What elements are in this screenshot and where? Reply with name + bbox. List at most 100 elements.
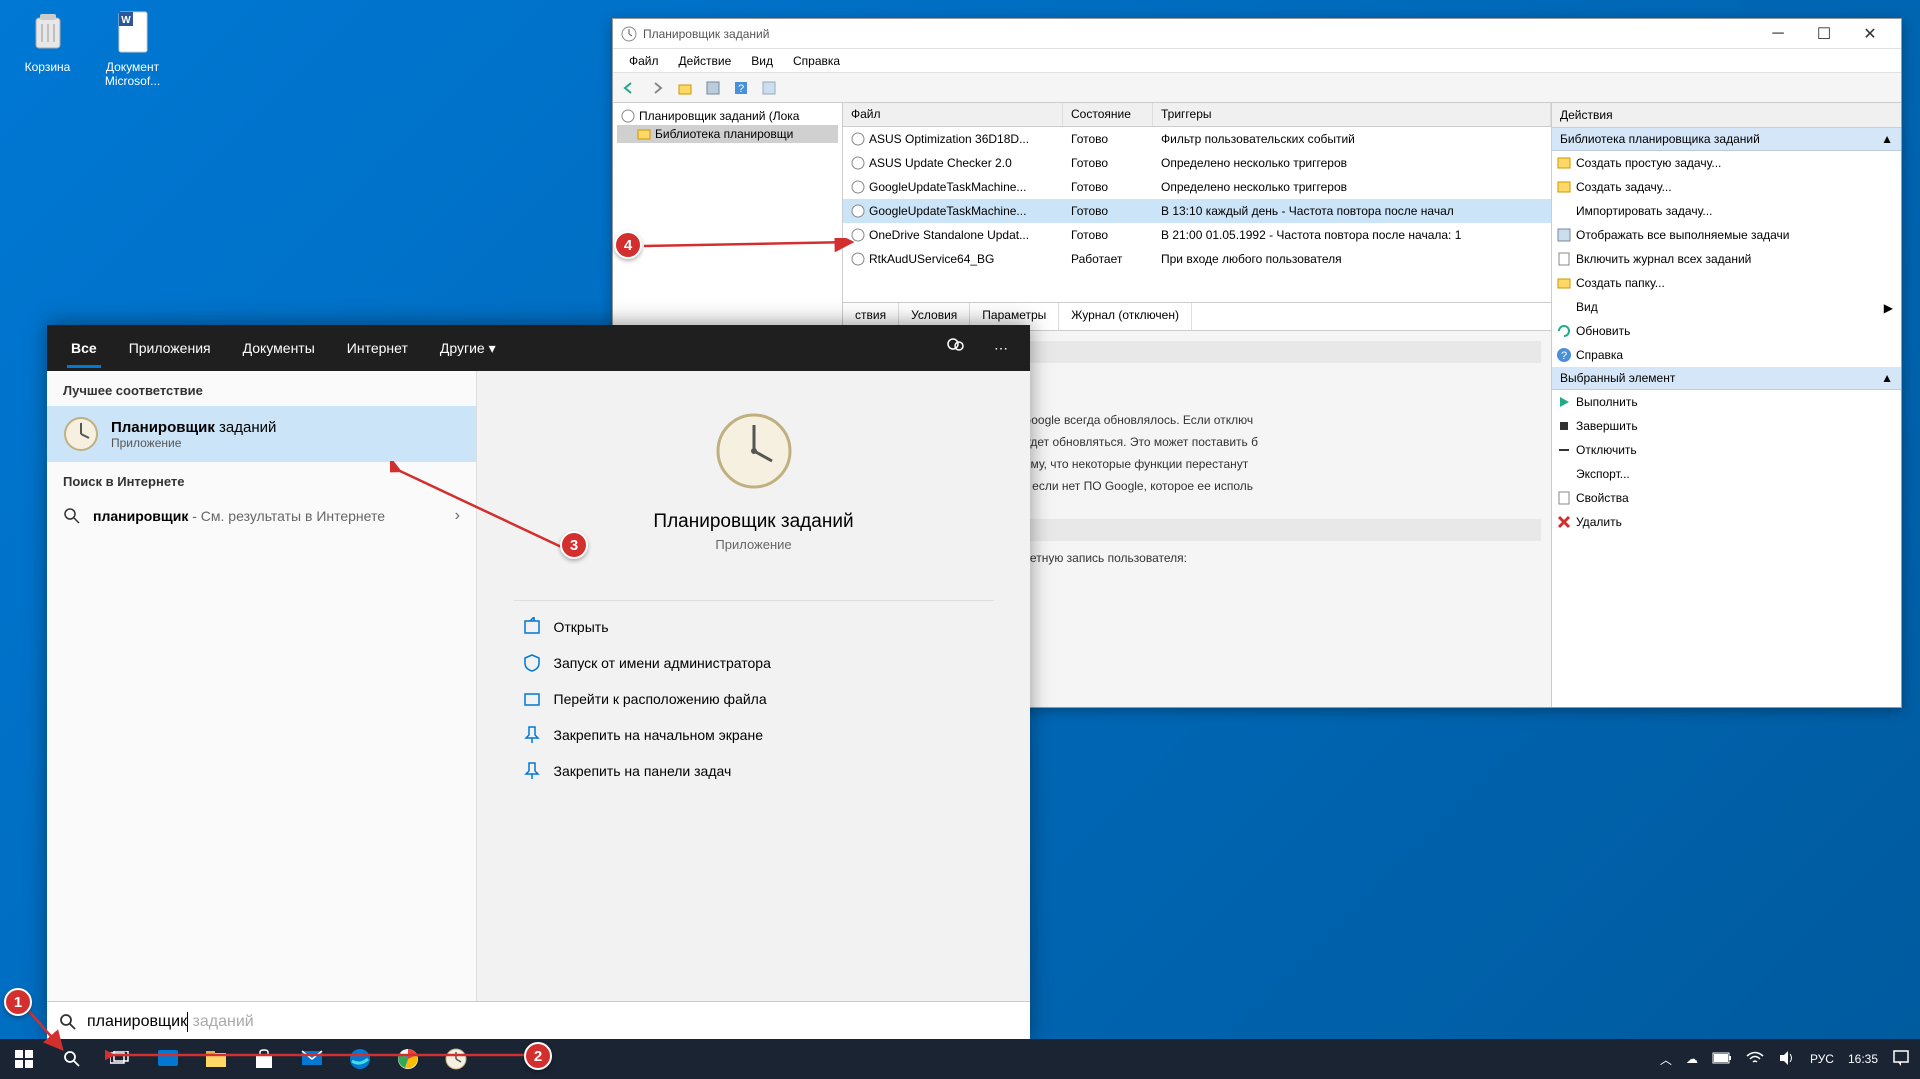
- tray-volume-icon[interactable]: [1772, 1050, 1802, 1069]
- action-new-folder[interactable]: Создать папку...: [1552, 271, 1901, 295]
- minimize-button[interactable]: ─: [1755, 20, 1801, 48]
- menubar: Файл Действие Вид Справка: [613, 49, 1901, 73]
- tab-journal[interactable]: Журнал (отключен): [1059, 303, 1192, 330]
- menu-file[interactable]: Файл: [619, 51, 669, 71]
- task-view-button[interactable]: [96, 1039, 144, 1079]
- menu-view[interactable]: Вид: [741, 51, 783, 71]
- search-preview-right: Планировщик заданий Приложение Открыть З…: [477, 371, 1030, 1001]
- taskbar-task-scheduler[interactable]: [432, 1039, 480, 1079]
- web-search-label: Поиск в Интернете: [47, 462, 476, 497]
- taskbar-explorer[interactable]: [192, 1039, 240, 1079]
- search-tab-more[interactable]: Другие ▾: [424, 328, 512, 369]
- annotation-badge-2: 2: [524, 1042, 552, 1070]
- actions-group-library[interactable]: Библиотека планировщика заданий▲: [1552, 128, 1901, 151]
- tray-notifications-icon[interactable]: [1886, 1049, 1916, 1070]
- ctx-pin-taskbar[interactable]: Закрепить на панели задач: [514, 753, 994, 789]
- toolbar-back[interactable]: [617, 76, 641, 100]
- taskbar: ︿ ☁ РУС 16:35: [0, 1039, 1920, 1079]
- close-button[interactable]: ✕: [1847, 20, 1893, 48]
- actions-group-selected[interactable]: Выбранный элемент▲: [1552, 367, 1901, 390]
- annotation-badge-3: 3: [560, 531, 588, 559]
- action-export[interactable]: Экспорт...: [1552, 462, 1901, 486]
- toolbar-help[interactable]: ?: [729, 76, 753, 100]
- toolbar-forward[interactable]: [645, 76, 669, 100]
- action-enable-log[interactable]: Включить журнал всех заданий: [1552, 247, 1901, 271]
- maximize-button[interactable]: ☐: [1801, 20, 1847, 48]
- word-doc-icon[interactable]: W Документ Microsof...: [95, 8, 170, 88]
- svg-text:?: ?: [738, 83, 744, 95]
- ctx-open[interactable]: Открыть: [514, 609, 994, 645]
- task-row-selected[interactable]: GoogleUpdateTaskMachine...ГотовоВ 13:10 …: [843, 199, 1551, 223]
- menu-help[interactable]: Справка: [783, 51, 850, 71]
- action-run[interactable]: Выполнить: [1552, 390, 1901, 414]
- action-import[interactable]: Импортировать задачу...: [1552, 199, 1901, 223]
- tray-language[interactable]: РУС: [1804, 1052, 1840, 1066]
- best-match-item[interactable]: Планировщик заданий Приложение: [47, 406, 476, 462]
- annotation-badge-4: 4: [614, 231, 642, 259]
- action-create-simple[interactable]: Создать простую задачу...: [1552, 151, 1901, 175]
- tray-cloud-icon[interactable]: ☁: [1680, 1052, 1704, 1066]
- taskbar-app-1[interactable]: [144, 1039, 192, 1079]
- best-match-label: Лучшее соответствие: [47, 371, 476, 406]
- search-tab-docs[interactable]: Документы: [227, 328, 331, 368]
- action-disable[interactable]: Отключить: [1552, 438, 1901, 462]
- search-icon: [63, 507, 81, 525]
- task-row[interactable]: ASUS Update Checker 2.0ГотовоОпределено …: [843, 151, 1551, 175]
- ctx-run-admin[interactable]: Запуск от имени администратора: [514, 645, 994, 681]
- tray-clock[interactable]: 16:35: [1842, 1052, 1884, 1066]
- web-search-item[interactable]: планировщик - См. результаты в Интернете…: [47, 497, 476, 535]
- search-panel: Все Приложения Документы Интернет Другие…: [47, 325, 1030, 1041]
- action-help[interactable]: ?Справка: [1552, 343, 1901, 367]
- action-show-all[interactable]: Отображать все выполняемые задачи: [1552, 223, 1901, 247]
- toolbar-prop[interactable]: [701, 76, 725, 100]
- start-button[interactable]: [0, 1039, 48, 1079]
- taskbar-search[interactable]: [48, 1039, 96, 1079]
- taskbar-store[interactable]: [240, 1039, 288, 1079]
- preview-subtitle: Приложение: [715, 537, 791, 552]
- tray-wifi-icon[interactable]: [1740, 1051, 1770, 1068]
- taskbar-edge[interactable]: [336, 1039, 384, 1079]
- titlebar[interactable]: Планировщик заданий ─ ☐ ✕: [613, 19, 1901, 49]
- clock-icon: [63, 416, 99, 452]
- recycle-bin-icon[interactable]: Корзина: [10, 8, 85, 74]
- taskbar-chrome[interactable]: [384, 1039, 432, 1079]
- task-row[interactable]: RtkAudUService64_BGРаботаетПри входе люб…: [843, 247, 1551, 271]
- annotation-badge-1: 1: [4, 988, 32, 1016]
- action-props[interactable]: Свойства: [1552, 486, 1901, 510]
- actions-panel: Действия Библиотека планировщика заданий…: [1551, 103, 1901, 707]
- svg-text:?: ?: [1561, 350, 1567, 362]
- tree-root[interactable]: Планировщик заданий (Лока: [617, 107, 838, 125]
- system-tray: ︿ ☁ РУС 16:35: [1654, 1049, 1920, 1070]
- task-row[interactable]: OneDrive Standalone Updat...ГотовоВ 21:0…: [843, 223, 1551, 247]
- search-tab-apps[interactable]: Приложения: [113, 328, 227, 368]
- menu-action[interactable]: Действие: [669, 51, 742, 71]
- recycle-bin-label: Корзина: [10, 60, 85, 74]
- col-header-state[interactable]: Состояние: [1063, 103, 1153, 126]
- search-input[interactable]: планировщик заданий: [47, 1001, 1030, 1041]
- tray-up-icon[interactable]: ︿: [1654, 1051, 1678, 1068]
- toolbar-up[interactable]: [673, 76, 697, 100]
- best-match-subtitle: Приложение: [111, 436, 276, 450]
- ctx-goto-file[interactable]: Перейти к расположению файла: [514, 681, 994, 717]
- toolbar-extra[interactable]: [757, 76, 781, 100]
- taskbar-mail[interactable]: [288, 1039, 336, 1079]
- ctx-pin-start[interactable]: Закрепить на начальном экране: [514, 717, 994, 753]
- action-delete[interactable]: Удалить: [1552, 510, 1901, 534]
- best-match-title: Планировщик заданий: [111, 419, 276, 436]
- action-view[interactable]: Вид▶: [1552, 295, 1901, 319]
- action-refresh[interactable]: Обновить: [1552, 319, 1901, 343]
- search-feedback-icon[interactable]: [932, 327, 980, 370]
- search-tab-web[interactable]: Интернет: [331, 328, 424, 368]
- col-header-trigger[interactable]: Триггеры: [1153, 103, 1551, 126]
- task-list: Файл Состояние Триггеры ASUS Optimizatio…: [843, 103, 1551, 303]
- task-row[interactable]: GoogleUpdateTaskMachine...ГотовоОпределе…: [843, 175, 1551, 199]
- toolbar: ?: [613, 73, 1901, 103]
- task-row[interactable]: ASUS Optimization 36D18D...ГотовоФильтр …: [843, 127, 1551, 151]
- action-end[interactable]: Завершить: [1552, 414, 1901, 438]
- tray-battery-icon[interactable]: [1706, 1052, 1738, 1067]
- tree-library[interactable]: Библиотека планировщи: [617, 125, 838, 143]
- action-create[interactable]: Создать задачу...: [1552, 175, 1901, 199]
- search-tab-all[interactable]: Все: [55, 328, 113, 368]
- search-more-icon[interactable]: ⋯: [980, 330, 1022, 367]
- col-header-name[interactable]: Файл: [843, 103, 1063, 126]
